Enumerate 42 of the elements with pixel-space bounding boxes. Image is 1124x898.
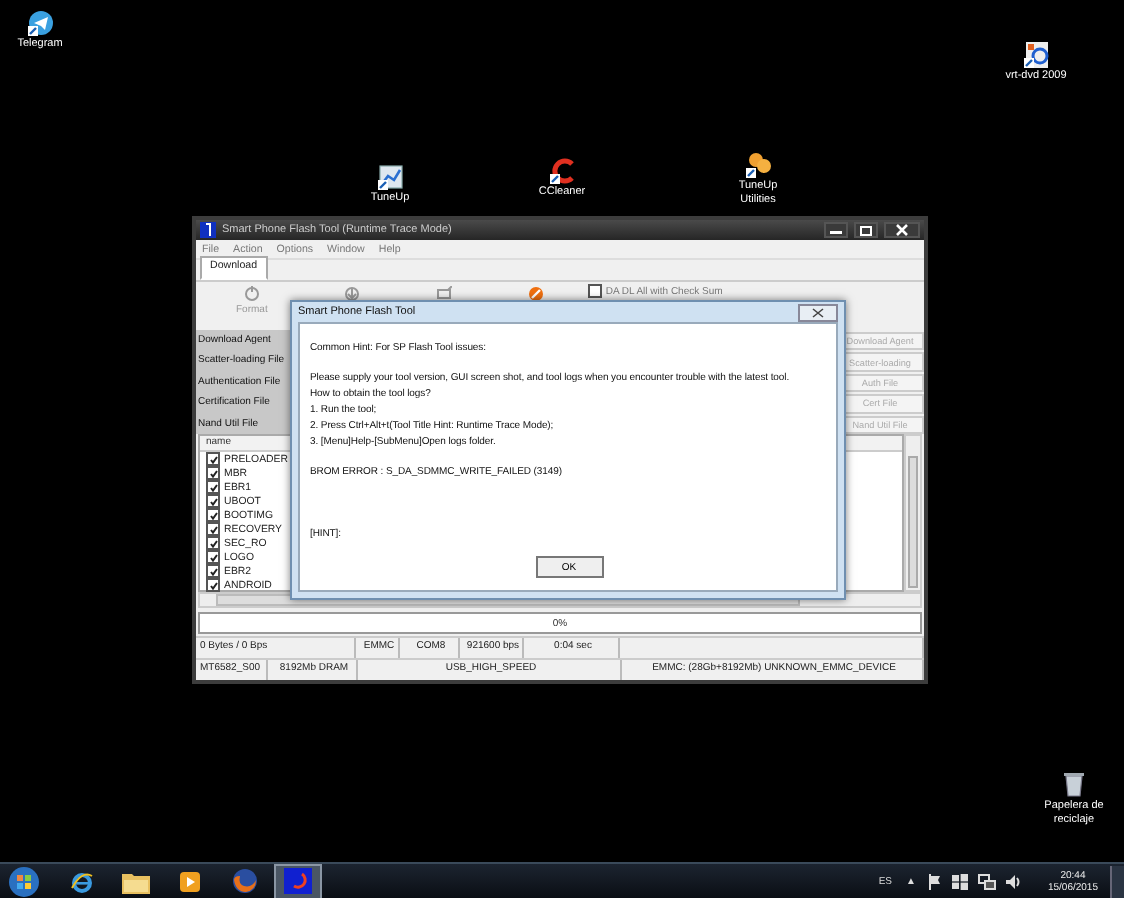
checkbox[interactable] [206,536,220,550]
checkbox[interactable] [206,578,220,592]
ccleaner-icon[interactable] [549,158,575,184]
start-button[interactable] [8,865,40,897]
tuneup-icon[interactable] [745,152,771,178]
minimize-button[interactable] [824,222,848,238]
checkbox[interactable] [206,466,220,480]
flag-icon[interactable] [927,873,942,889]
windows-icon[interactable] [951,873,968,889]
firefox-icon [231,868,257,894]
speaker-icon[interactable] [1005,873,1022,889]
play-icon [178,869,202,893]
close-icon [896,224,908,236]
show-desktop-button[interactable] [1110,865,1124,897]
scrollbar[interactable] [904,434,922,592]
maximize-button[interactable] [854,222,878,238]
flash-tool-icon [284,868,312,894]
flash-tool-button[interactable] [274,863,322,898]
checkbox[interactable] [206,508,220,522]
telegram-icon[interactable] [27,10,53,36]
checkbox[interactable] [206,522,220,536]
browser-e-icon [70,869,94,893]
close-icon [812,307,824,317]
network-icon[interactable] [977,873,996,889]
download-icon[interactable] [343,286,360,302]
upgrade-icon[interactable] [435,286,452,302]
close-button[interactable] [798,303,838,321]
close-button[interactable] [884,222,920,238]
app-icon [200,222,216,238]
checkbox[interactable] [206,550,220,564]
chart-icon[interactable] [377,164,403,190]
dvd-icon[interactable] [1023,42,1049,68]
minimize-icon [830,226,842,234]
checkbox[interactable] [206,564,220,578]
stop-icon[interactable] [527,286,544,302]
maximize-icon [860,225,872,235]
recycle-bin-icon[interactable] [1062,770,1086,798]
checkbox[interactable] [206,494,220,508]
folder-icon [122,869,150,893]
checkbox[interactable] [206,480,220,494]
checkbox[interactable] [587,284,602,298]
checkbox[interactable] [206,452,220,466]
